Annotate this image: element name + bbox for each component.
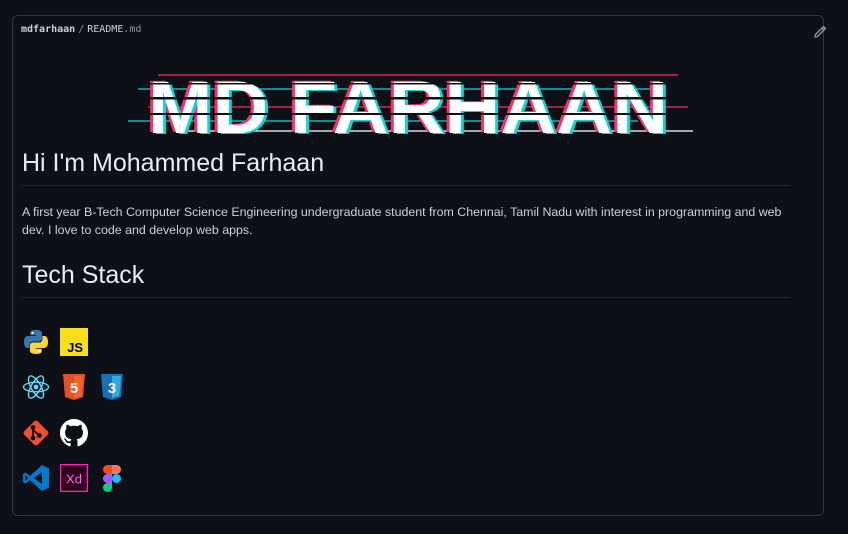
tech-stack-heading: Tech Stack [22,261,790,298]
tech-row-vcs [22,419,88,447]
breadcrumb-separator: / [78,24,85,35]
name-banner: MD FARHAAN MD FARHAAN MD FARHAAN [128,65,693,141]
css3-icon: 3 [101,374,123,400]
adobe-xd-icon: Xd [60,464,88,492]
github-icon [60,419,88,447]
html5-icon-text: 5 [70,380,78,397]
breadcrumb: mdfarhaan / README.md [21,24,141,35]
banner-text: MD FARHAAN [148,66,668,141]
intro-paragraph: A first year B-Tech Computer Science Eng… [22,205,782,237]
html5-icon: 5 [63,374,85,400]
edit-pencil-icon[interactable] [812,24,828,40]
figma-icon [103,465,121,492]
breadcrumb-file[interactable]: README [87,24,123,35]
intro-heading: Hi I'm Mohammed Farhaan [22,149,790,186]
javascript-icon: JS [60,328,88,356]
breadcrumb-user[interactable]: mdfarhaan [21,24,75,35]
tech-row-web: 5 3 [22,373,126,401]
git-icon [23,420,49,446]
adobe-xd-icon-text: Xd [66,472,82,487]
python-icon [24,330,48,354]
css3-icon-text: 3 [108,380,116,397]
react-icon [22,375,50,399]
javascript-icon-text: JS [67,340,83,355]
tech-row-languages: JS [22,328,88,356]
vscode-icon [23,465,49,491]
tech-row-tools: Xd [22,464,126,492]
breadcrumb-ext: .md [123,24,142,35]
